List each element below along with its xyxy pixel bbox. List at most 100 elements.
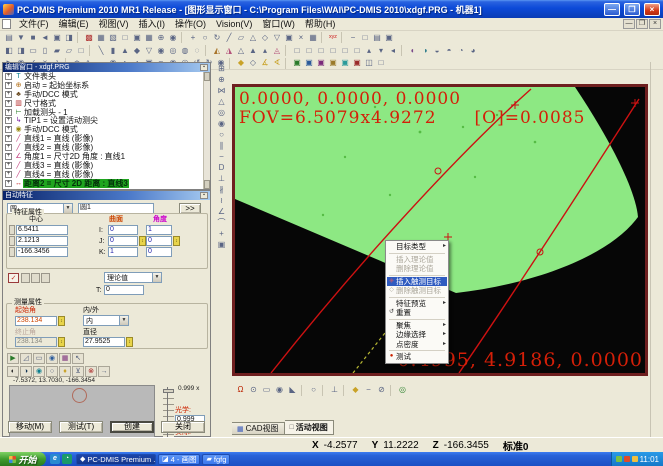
toolbar-icon[interactable]: ▣ xyxy=(339,57,351,69)
tree-item[interactable]: ╱ 直线4 = 直线 (影像) xyxy=(3,170,203,179)
toolbar-icon[interactable]: ╲ xyxy=(95,45,107,57)
toolbar-icon[interactable]: ◄ xyxy=(39,32,51,44)
toolbar-icon[interactable]: ◆ xyxy=(349,384,362,396)
toolbar-icon[interactable]: ∠ xyxy=(215,206,228,217)
task-button[interactable]: ◪ 4 - 画图 xyxy=(158,454,200,465)
zoom-slider-thumb[interactable] xyxy=(163,389,174,393)
menu-item[interactable]: Vision(V) xyxy=(211,18,257,30)
toolbar-icon[interactable]: ▦ xyxy=(307,32,319,44)
toolbar-icon[interactable]: ▣ xyxy=(383,32,395,44)
toolbar-icon[interactable]: □ xyxy=(375,57,387,69)
start-button[interactable]: 开始 xyxy=(0,452,46,466)
target-tool-icon[interactable]: ◉ xyxy=(46,353,58,364)
toolbar-icon[interactable]: ▼ xyxy=(15,32,27,44)
toolbar-icon[interactable]: ◎ xyxy=(167,45,179,57)
toolbar-icon[interactable]: ▯ xyxy=(39,45,51,57)
center-y-input[interactable]: 2.1213 xyxy=(16,236,68,246)
toolbar-icon[interactable]: ▱ xyxy=(235,32,247,44)
toolbar-icon[interactable]: ◨ xyxy=(63,32,75,44)
toolbar-icon[interactable]: □ xyxy=(351,45,363,57)
tree-item[interactable]: ▥ 尺寸格式 xyxy=(3,99,203,108)
toolbar-icon[interactable]: ▤ xyxy=(371,32,383,44)
toolbar-icon[interactable]: ◑ xyxy=(419,45,431,57)
arrow-tool-icon[interactable]: ↖ xyxy=(72,353,84,364)
t-input[interactable]: 0 xyxy=(104,285,144,295)
maximize-button[interactable]: ❐ xyxy=(624,3,640,16)
tree-item[interactable]: ◉ 手动/DCC 模式 xyxy=(3,125,203,134)
task-button[interactable]: ▰ fgfg xyxy=(202,454,230,465)
tree-item[interactable]: ╱ 直线1 = 直线 (影像) xyxy=(3,134,203,143)
context-menu-item[interactable]: 插入理论值 xyxy=(387,255,447,265)
toolbar-icon[interactable]: ∢ xyxy=(271,57,283,69)
mdi-minimize-button[interactable]: — xyxy=(623,19,635,29)
prop-tool-button-3[interactable] xyxy=(41,273,50,283)
toolbar-icon[interactable]: ○ xyxy=(199,32,211,44)
dialog-button[interactable]: 创建 xyxy=(110,421,154,433)
toolbar-icon[interactable]: ◇ xyxy=(259,32,271,44)
toolbar-icon[interactable]: ◆ xyxy=(131,45,143,57)
toolbar-icon[interactable]: ▽ xyxy=(143,45,155,57)
toolbar-icon[interactable]: □ xyxy=(315,45,327,57)
toolbar-icon[interactable]: ⊙ xyxy=(247,384,260,396)
tray-icon-red[interactable] xyxy=(624,456,630,462)
context-menu-item[interactable]: 删除理论值 xyxy=(387,264,447,274)
toolbar-icon[interactable]: ◎ xyxy=(215,107,228,118)
eye-icon[interactable]: ◉ xyxy=(33,366,45,377)
toolbar-icon[interactable]: ◒ xyxy=(431,45,443,57)
toolbar-icon[interactable]: ◉ xyxy=(273,384,286,396)
context-menu-item[interactable]: 特征预览 xyxy=(387,299,447,309)
toolbar-icon[interactable]: ▣ xyxy=(315,57,327,69)
toolbar-icon[interactable]: ▽ xyxy=(271,32,283,44)
toolbar-icon[interactable]: ▣ xyxy=(327,57,339,69)
contrast-icon[interactable]: ◐ xyxy=(7,366,19,377)
toolbar-icon[interactable]: □ xyxy=(339,45,351,57)
dialog-button[interactable]: 移动(M) xyxy=(8,421,52,433)
expander-icon[interactable] xyxy=(5,91,12,98)
toolbar-icon[interactable]: ▣ xyxy=(131,32,143,44)
toolbar-icon[interactable]: ◉ xyxy=(167,32,179,44)
menu-item[interactable]: 视图(V) xyxy=(94,18,134,30)
context-menu-item[interactable] xyxy=(389,319,445,320)
grid-tool-icon[interactable]: ▦ xyxy=(59,353,71,364)
end-angle-spin[interactable]: ↕ xyxy=(58,337,65,347)
prop-tool-button-1[interactable] xyxy=(21,273,30,283)
toolbar-icon[interactable]: Ω xyxy=(234,384,247,396)
toolbar-icon[interactable]: △ xyxy=(235,45,247,57)
tray-icon-green[interactable] xyxy=(616,456,622,462)
tree-scrollbar[interactable] xyxy=(203,72,210,189)
context-menu-item[interactable]: ◇ 删除触测目标 xyxy=(387,286,447,296)
z-axis-button[interactable] xyxy=(9,247,15,257)
toolbar-icon[interactable]: ∡ xyxy=(259,57,271,69)
toolbar-icon[interactable]: ╱ xyxy=(223,32,235,44)
toolbar-icon[interactable]: ◂ xyxy=(387,45,399,57)
dialog-button[interactable]: 测试(T) xyxy=(59,421,103,433)
toolbar-icon[interactable]: ◨ xyxy=(15,45,27,57)
toolbar-icon[interactable]: ◮ xyxy=(223,45,235,57)
toolbar-icon[interactable]: ⌒ xyxy=(215,217,228,228)
toolbar-icon[interactable]: ▧ xyxy=(107,32,119,44)
expander-icon[interactable] xyxy=(5,171,12,178)
toolbar-icon[interactable]: − xyxy=(362,384,375,396)
toolbar-icon[interactable]: ▮ xyxy=(107,45,119,57)
view-tab[interactable]: ▦ CAD视图 xyxy=(232,422,285,435)
context-menu-item[interactable]: ● 测试 xyxy=(387,352,447,362)
diameter-input[interactable]: 27.9525 xyxy=(83,337,125,347)
toolbar-icon[interactable]: ⊘ xyxy=(375,384,388,396)
menu-item[interactable]: 操作(O) xyxy=(170,18,211,30)
menu-item[interactable]: 插入(I) xyxy=(134,18,171,30)
expander-icon[interactable] xyxy=(5,117,12,124)
toolbar-icon[interactable]: ▰ xyxy=(51,45,63,57)
toolbar-icon[interactable]: □ xyxy=(327,45,339,57)
minimize-button[interactable]: — xyxy=(604,3,620,16)
execute-icon[interactable]: ▶ xyxy=(7,353,19,364)
menu-item[interactable]: 编辑(E) xyxy=(54,18,94,30)
toolbar-icon[interactable]: ▣ xyxy=(51,32,63,44)
expander-icon[interactable] xyxy=(5,109,12,116)
mdi-close-button[interactable]: × xyxy=(649,19,661,29)
tree-item[interactable]: ⊢ 加载测头 - 1 xyxy=(3,108,203,117)
toolbar-icon[interactable]: ▣ xyxy=(291,57,303,69)
toolbar-icon[interactable]: ∦ xyxy=(215,184,228,195)
diameter-spin[interactable]: ↕ xyxy=(126,337,133,347)
toolbar-icon[interactable]: ▩ xyxy=(83,32,95,44)
toolbar-icon[interactable]: ≀ xyxy=(215,195,228,206)
